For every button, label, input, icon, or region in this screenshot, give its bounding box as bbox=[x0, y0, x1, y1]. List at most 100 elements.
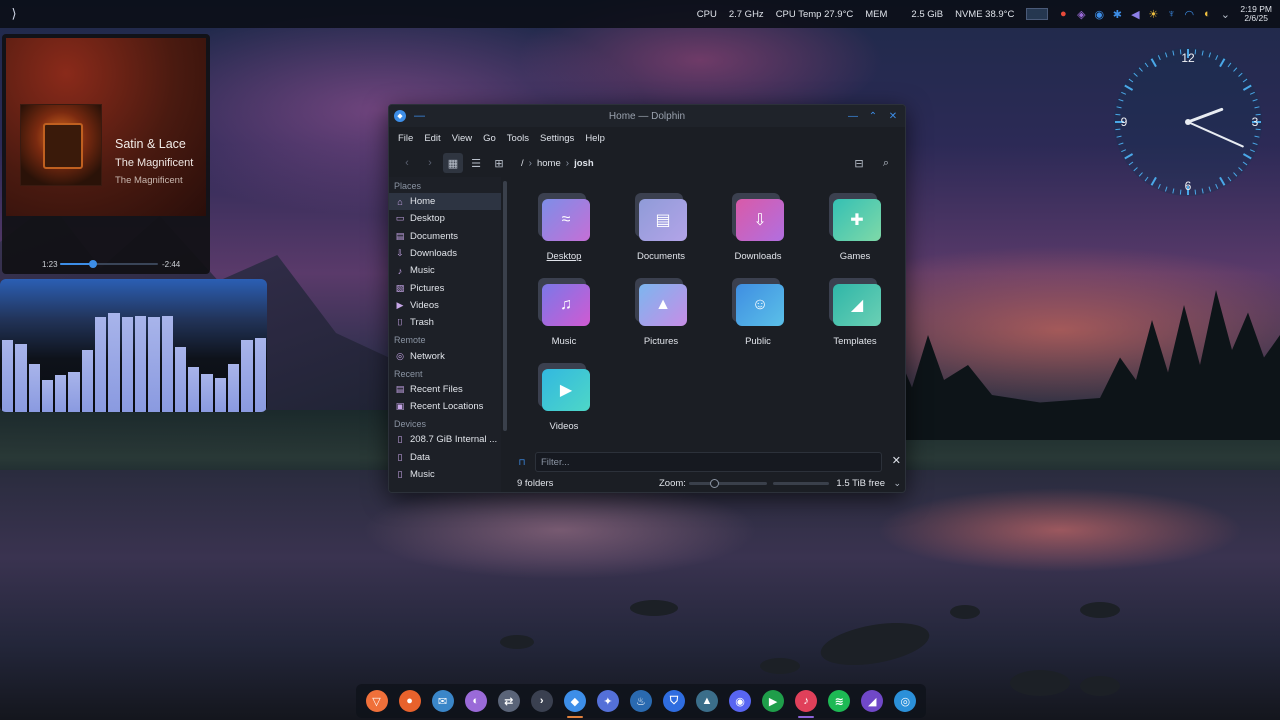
back-button[interactable]: ‹ bbox=[397, 153, 417, 173]
kde-launcher-icon[interactable]: ⟩ bbox=[0, 0, 28, 28]
details-view-button[interactable]: ⊞ bbox=[489, 153, 509, 173]
visualizer-bar bbox=[188, 367, 200, 412]
krita-icon[interactable]: ✦ bbox=[596, 690, 619, 712]
sidebar-item-music[interactable]: ♪ Music bbox=[389, 262, 501, 279]
thunderbird-icon[interactable]: ✉ bbox=[431, 690, 454, 712]
terminal-icon[interactable]: › bbox=[530, 690, 553, 712]
sidebar-item-home[interactable]: ⌂ Home bbox=[389, 193, 501, 211]
seek-slider[interactable] bbox=[60, 260, 158, 268]
folder-music[interactable]: ♫ Music bbox=[524, 278, 604, 347]
folder-label: Documents bbox=[636, 251, 686, 262]
folder-templates[interactable]: ◢ Templates bbox=[815, 278, 895, 347]
network-icon[interactable]: ◠ bbox=[1180, 8, 1198, 21]
seek-handle[interactable] bbox=[89, 260, 98, 268]
title-bar[interactable]: ◆ — Home — Dolphin — ⌃ ✕ bbox=[389, 105, 905, 127]
sidebar-item-documents[interactable]: ▤ Documents bbox=[389, 228, 501, 245]
breadcrumb-home[interactable]: home bbox=[532, 158, 566, 169]
bluetooth-icon[interactable]: ✱ bbox=[1108, 8, 1126, 21]
folder-pictures[interactable]: ▲ Pictures bbox=[621, 278, 701, 347]
mem-label[interactable]: MEM bbox=[859, 9, 893, 20]
top-panel: ⟩ CPU 2.7 GHz CPU Temp 27.9°C MEM 2.5 Gi… bbox=[0, 0, 1280, 28]
keep-above-icon[interactable]: — bbox=[414, 110, 425, 122]
places-scrollbar[interactable] bbox=[503, 181, 507, 431]
media-player-icon[interactable]: ◉ bbox=[1090, 8, 1108, 21]
color-picker-icon[interactable]: ◐ bbox=[464, 690, 487, 712]
menu-go[interactable]: Go bbox=[478, 133, 501, 144]
folder-games[interactable]: ✚ Games bbox=[815, 193, 895, 262]
icons-view-button[interactable]: ▦ bbox=[443, 153, 463, 173]
menu-file[interactable]: File bbox=[393, 133, 418, 144]
menu-settings[interactable]: Settings bbox=[535, 133, 579, 144]
updates-icon[interactable]: ◈ bbox=[1072, 8, 1090, 21]
menu-help[interactable]: Help bbox=[580, 133, 610, 144]
menu-edit[interactable]: Edit bbox=[419, 133, 445, 144]
sidebar-item-network[interactable]: ◎ Network bbox=[389, 347, 501, 364]
folder-public[interactable]: ☺ Public bbox=[718, 278, 798, 347]
bitwarden-icon[interactable]: ⛉ bbox=[662, 690, 685, 712]
redshift-icon[interactable]: ● bbox=[1054, 8, 1072, 20]
sidebar-item-recent-files[interactable]: ▤ Recent Files bbox=[389, 381, 501, 398]
folder-documents[interactable]: ▤ Documents bbox=[621, 193, 701, 262]
cpu-frequency[interactable]: 2.7 GHz bbox=[723, 9, 770, 20]
cpu-label[interactable]: CPU bbox=[691, 9, 723, 20]
night-color-icon[interactable]: ◐ bbox=[1198, 8, 1216, 20]
breadcrumb-josh[interactable]: josh bbox=[569, 158, 599, 169]
sidebar-item-pictures[interactable]: ▧ Pictures bbox=[389, 279, 501, 296]
mem-value[interactable]: 2.5 GiB bbox=[893, 9, 949, 20]
wallpaper-icon[interactable]: ◢ bbox=[861, 690, 884, 712]
menu-tools[interactable]: Tools bbox=[502, 133, 534, 144]
window-title: Home — Dolphin bbox=[608, 110, 686, 122]
folder-desktop[interactable]: ≈ Desktop bbox=[524, 193, 604, 262]
nvme-temperature[interactable]: NVME 38.9°C bbox=[949, 9, 1020, 20]
sidebar-item-data[interactable]: ▯ Data bbox=[389, 449, 501, 466]
kde-connect-icon[interactable]: ◎ bbox=[894, 690, 917, 712]
brave-icon[interactable]: ▽ bbox=[365, 690, 388, 712]
split-view-icon[interactable]: ⊟ bbox=[849, 153, 869, 173]
heroic-icon[interactable]: ▲ bbox=[695, 690, 718, 712]
network-graph[interactable] bbox=[1026, 8, 1049, 20]
folder-downloads[interactable]: ⇩ Downloads bbox=[718, 193, 798, 262]
compact-view-button[interactable]: ☰ bbox=[466, 153, 486, 173]
dolphin-window: ◆ — Home — Dolphin — ⌃ ✕ File Edit View Go T… bbox=[388, 104, 906, 493]
devices-section-header: Devices bbox=[394, 419, 427, 430]
forward-button[interactable]: › bbox=[420, 153, 440, 173]
folder-label: Music bbox=[551, 336, 577, 347]
sidebar-item-desktop[interactable]: ▭ Desktop bbox=[389, 210, 501, 227]
sidebar-item-music[interactable]: ▯ Music bbox=[389, 466, 501, 483]
media-play-icon[interactable]: ▶ bbox=[762, 690, 785, 712]
close-button[interactable]: ✕ bbox=[885, 108, 901, 124]
sidebar-item-trash[interactable]: ⌷ Trash bbox=[389, 314, 501, 331]
dolphin-app-icon[interactable]: ◆ bbox=[394, 110, 406, 122]
steam-icon[interactable]: ♨ bbox=[629, 690, 652, 712]
search-icon[interactable]: ⌕ bbox=[876, 153, 896, 173]
sidebar-item-videos[interactable]: ▶ Videos bbox=[389, 297, 501, 314]
discord-icon[interactable]: ◉ bbox=[729, 690, 752, 712]
zoom-handle[interactable] bbox=[709, 479, 719, 488]
firefox-icon[interactable]: ● bbox=[398, 690, 421, 712]
sidebar-item-label: Music bbox=[410, 469, 435, 480]
minimize-button[interactable]: — bbox=[845, 108, 861, 124]
zoom-slider[interactable] bbox=[689, 479, 767, 488]
free-space[interactable]: 1.5 TiB free bbox=[836, 478, 885, 489]
breadcrumb-root[interactable]: / bbox=[516, 158, 529, 169]
maximize-button[interactable]: ⌃ bbox=[865, 108, 881, 124]
chevron-down-icon[interactable]: ⌄ bbox=[893, 478, 901, 489]
sidebar-item-208-7-gib-internal[interactable]: ▯ 208.7 GiB Internal ... bbox=[389, 431, 501, 448]
menu-view[interactable]: View bbox=[447, 133, 477, 144]
lock-icon[interactable]: ⊓ bbox=[513, 457, 531, 468]
digital-clock[interactable]: 2:19 PM 2/6/25 bbox=[1234, 5, 1280, 23]
volume-icon[interactable]: ◀ bbox=[1126, 8, 1144, 21]
sidebar-item-downloads[interactable]: ⇩ Downloads bbox=[389, 245, 501, 262]
filter-input[interactable] bbox=[535, 452, 882, 472]
brightness-icon[interactable]: ☀ bbox=[1144, 8, 1162, 21]
microphone-icon[interactable]: ♆ bbox=[1162, 8, 1180, 20]
close-icon[interactable]: ✕ bbox=[892, 454, 901, 467]
spotify-icon[interactable]: ≋ bbox=[828, 690, 851, 712]
cpu-temperature[interactable]: CPU Temp 27.9°C bbox=[770, 9, 860, 20]
dolphin-icon[interactable]: ◆ bbox=[563, 690, 586, 718]
sidebar-item-recent-locations[interactable]: ▣ Recent Locations bbox=[389, 398, 501, 415]
elisa-icon[interactable]: ♪ bbox=[795, 690, 818, 718]
folder-videos[interactable]: ▶ Videos bbox=[524, 363, 604, 432]
system-settings-icon[interactable]: ⇄ bbox=[497, 690, 520, 712]
chevron-down-icon[interactable]: ⌄ bbox=[1216, 8, 1234, 21]
